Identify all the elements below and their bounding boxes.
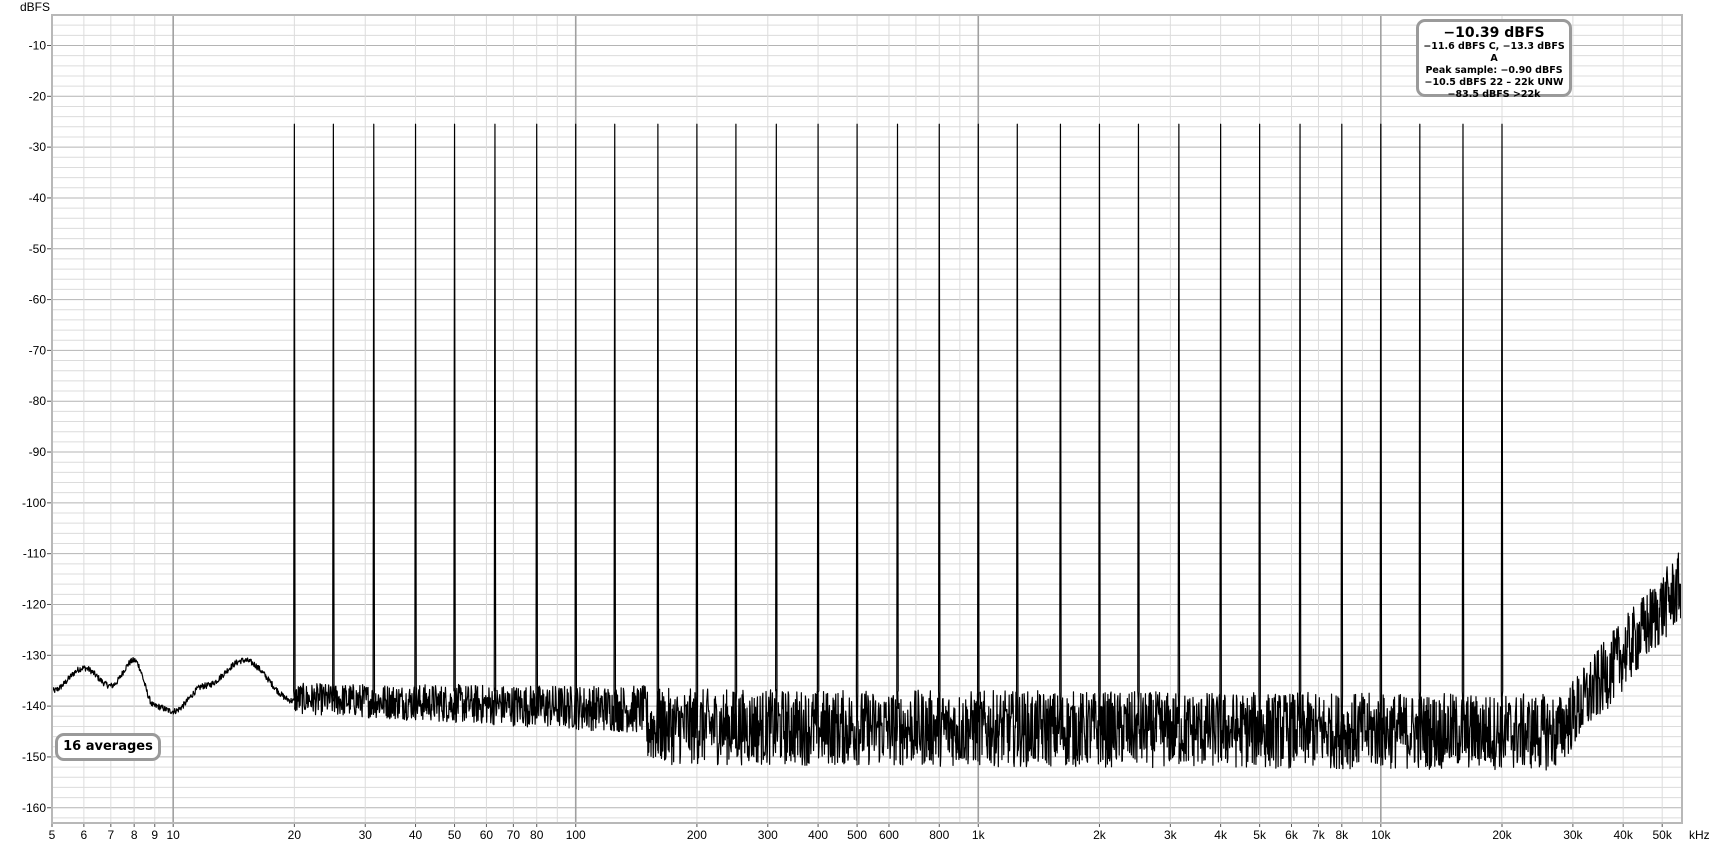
y-tick-label: -70 — [29, 343, 47, 357]
x-tick-label: 20k — [1492, 828, 1512, 842]
x-tick-label: 50 — [448, 828, 462, 842]
x-tick-label: 10 — [166, 828, 180, 842]
y-tick-label: -150 — [22, 750, 46, 764]
spectrum-trace — [51, 123, 1683, 771]
y-tick-label: -20 — [29, 89, 47, 103]
x-tick-label: 40 — [409, 828, 423, 842]
x-tick-label: 600 — [879, 828, 899, 842]
y-tick-label: -40 — [29, 191, 47, 205]
y-tick-label: -140 — [22, 699, 46, 713]
y-axis-labels: -10 -20 -30 -40 -50 -60 -70 -80 -90 -100 -110 -120 -… — [22, 38, 52, 815]
x-tick-label: 4k — [1214, 828, 1228, 842]
x-axis-unit: kHz — [1689, 828, 1709, 842]
x-tick-label: 5k — [1253, 828, 1267, 842]
level-above-22k: −83.5 dBFS >22k — [1447, 89, 1541, 100]
y-tick-label: -110 — [23, 547, 46, 561]
y-tick-label: -160 — [22, 801, 46, 815]
y-tick-label: -130 — [22, 648, 46, 662]
x-tick-label: 100 — [566, 828, 586, 842]
spectrum-line — [51, 123, 1683, 771]
y-tick-label: -50 — [29, 242, 47, 256]
band-level-unweighted: −10.5 dBFS 22 – 22k UNW — [1424, 77, 1564, 88]
x-tick-label: 2k — [1093, 828, 1107, 842]
x-tick-label: 10k — [1371, 828, 1391, 842]
y-tick-label: -60 — [29, 293, 47, 307]
spectrum-chart: -10 -20 -30 -40 -50 -60 -70 -80 -90 -100 -110 -120 -… — [20, 0, 1709, 842]
x-tick-label: 60 — [480, 828, 494, 842]
x-tick-label: 30 — [359, 828, 373, 842]
weighted-levels: −11.6 dBFS C, −13.3 dBFS A — [1423, 41, 1565, 64]
x-tick-label: 20 — [288, 828, 302, 842]
x-tick-label: 5 — [49, 828, 56, 842]
y-tick-label: -80 — [29, 394, 47, 408]
y-tick-label: -30 — [29, 140, 47, 154]
x-tick-label: 500 — [847, 828, 867, 842]
averages-badge: 16 averages — [55, 733, 161, 761]
rms-level: −10.39 dBFS — [1443, 25, 1545, 41]
y-axis-title: dBFS — [20, 0, 50, 14]
chart-container: -10 -20 -30 -40 -50 -60 -70 -80 -90 -100 -110 -120 -… — [0, 0, 1709, 846]
x-tick-label: 70 — [507, 828, 521, 842]
x-axis-labels: 5 6 7 8 9 10 20 30 40 50 60 70 80 100 200 300 400 500 600 8… — [49, 823, 1673, 842]
y-tick-label: -100 — [22, 496, 46, 510]
x-tick-label: 6 — [81, 828, 88, 842]
y-tick-label: -90 — [29, 445, 47, 459]
x-tick-label: 3k — [1164, 828, 1178, 842]
x-tick-label: 8 — [131, 828, 138, 842]
x-tick-label: 7k — [1312, 828, 1326, 842]
level-stats-box: −10.39 dBFS −11.6 dBFS C, −13.3 dBFS A P… — [1416, 19, 1572, 100]
x-tick-label: 50k — [1653, 828, 1673, 842]
x-tick-label: 30k — [1563, 828, 1583, 842]
x-tick-label: 9 — [151, 828, 158, 842]
x-tick-label: 6k — [1285, 828, 1299, 842]
x-tick-label: 200 — [687, 828, 707, 842]
x-tick-label: 1k — [972, 828, 986, 842]
x-tick-label: 8k — [1335, 828, 1349, 842]
x-tick-label: 80 — [530, 828, 544, 842]
x-tick-label: 300 — [758, 828, 778, 842]
x-tick-label: 40k — [1613, 828, 1633, 842]
x-tick-label: 7 — [107, 828, 114, 842]
x-tick-label: 800 — [929, 828, 949, 842]
y-tick-label: -10 — [29, 38, 47, 52]
peak-sample: Peak sample: −0.90 dBFS — [1425, 65, 1563, 76]
y-tick-label: -120 — [22, 597, 46, 611]
x-tick-label: 400 — [808, 828, 828, 842]
